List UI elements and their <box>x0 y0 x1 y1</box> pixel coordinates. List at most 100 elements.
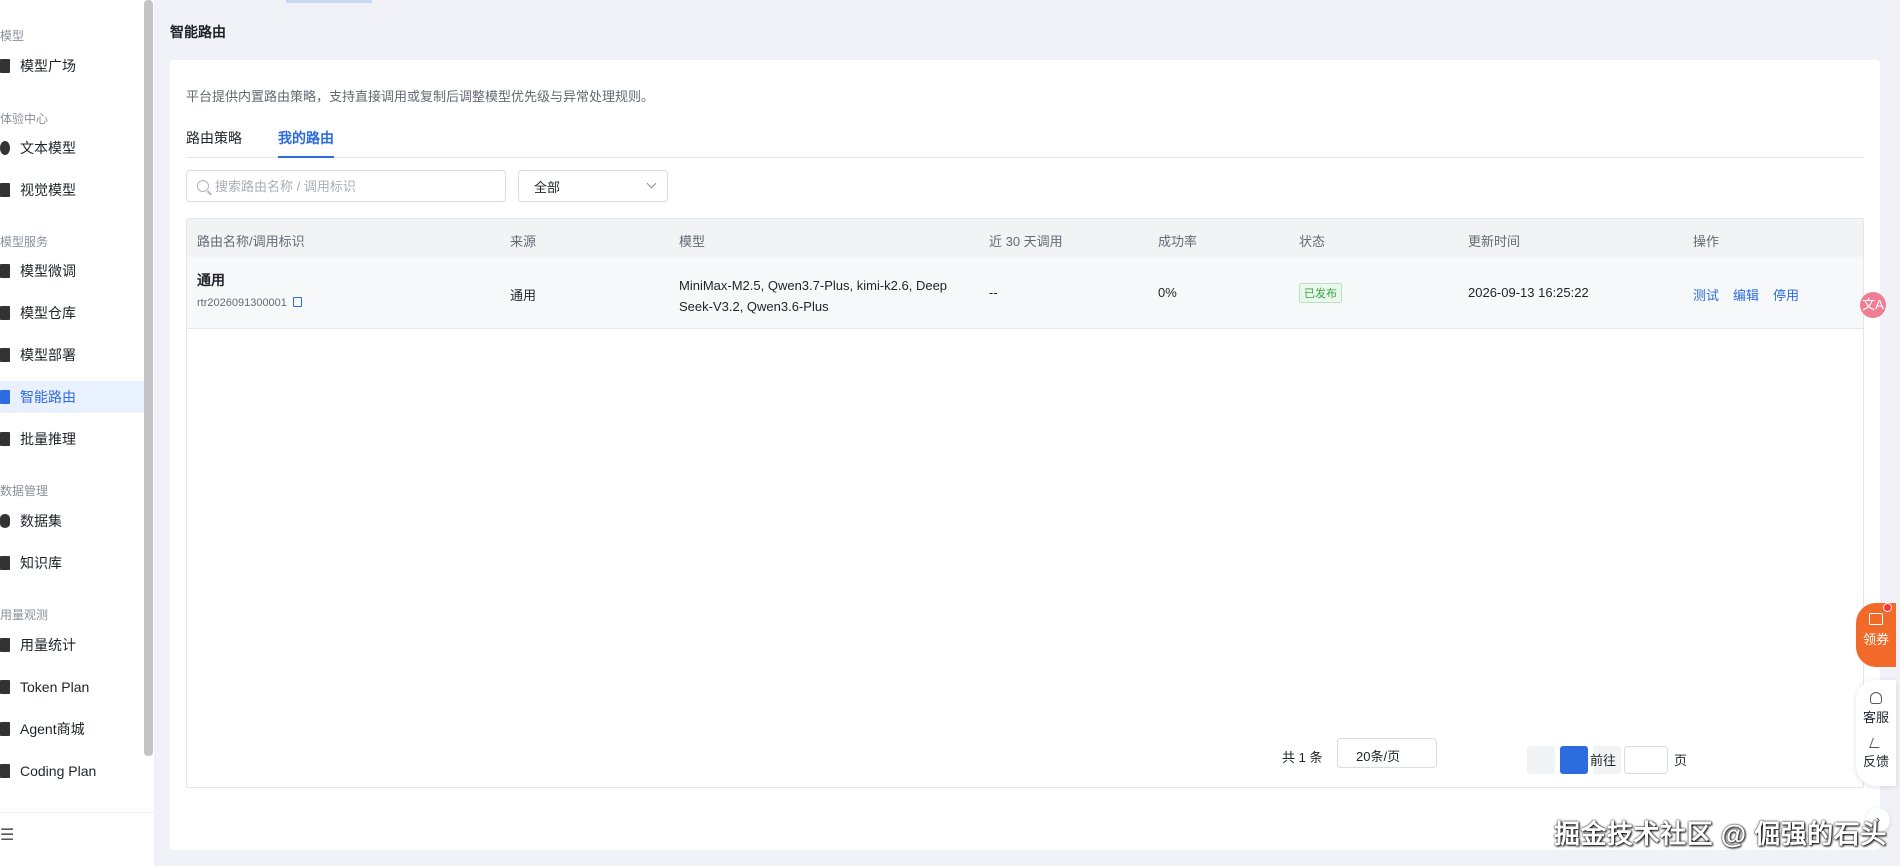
sidebar-group-experience: 体验中心 <box>0 112 49 126</box>
tab-routing-strategy[interactable]: 路由策略 <box>186 128 242 158</box>
bar-chart-icon <box>0 638 10 652</box>
chat-icon <box>0 141 10 155</box>
sidebar-item-model-plaza[interactable]: 模型广场 <box>0 50 144 82</box>
route-success-rate: 0% <box>1158 285 1177 300</box>
header-success-rate: 成功率 <box>1158 234 1198 249</box>
route-icon <box>0 390 10 404</box>
sidebar-item-label: 知识库 <box>20 555 62 571</box>
search-box[interactable] <box>186 170 506 202</box>
headset-icon <box>1870 692 1882 704</box>
sidebar-item-vision-model[interactable]: 视觉模型 <box>0 174 144 206</box>
sidebar-item-dataset[interactable]: 数据集 <box>0 505 144 537</box>
sidebar-item-label: 批量推理 <box>20 431 76 447</box>
actions-cell: 测试 编辑 停用 <box>1693 285 1813 304</box>
jump-label: 前往 <box>1590 753 1617 768</box>
search-icon <box>197 180 209 192</box>
sidebar-item-label: 模型部署 <box>20 347 76 363</box>
sidebar-item-label: Agent商城 <box>20 721 85 737</box>
header-source: 来源 <box>510 234 537 249</box>
sidebar-group-usage: 用量观测 <box>0 608 49 622</box>
page-size-select[interactable]: 20条/页 <box>1337 738 1437 768</box>
route-models: MiniMax-M2.5, Qwen3.7-Plus, kimi-k2.6, D… <box>679 275 947 317</box>
test-button[interactable]: 测试 <box>1693 288 1719 303</box>
route-id-cell: rtr2026091300001 <box>197 294 302 309</box>
sidebar-item-agent-store[interactable]: Agent商城 <box>0 713 144 745</box>
prev-page-button[interactable] <box>1527 746 1555 774</box>
customer-service-button[interactable]: 客服 <box>1856 692 1896 726</box>
sidebar-group-model-service: 模型服务 <box>0 235 49 249</box>
sidebar: 模型 模型广场 体验中心 文本模型 视觉模型 模型服务 模型微调 模型仓库 模型… <box>0 0 155 866</box>
notification-dot <box>1883 603 1892 612</box>
robot-icon <box>0 722 10 736</box>
camera-icon <box>0 183 10 197</box>
page-description: 平台提供内置路由策略，支持直接调用或复制后调整模型优先级与异常处理规则。 <box>186 89 655 104</box>
translate-icon[interactable]: 文A <box>1860 292 1886 318</box>
menu-collapse-icon[interactable]: ☰ <box>0 825 14 845</box>
page-title: 智能路由 <box>170 24 226 40</box>
source-filter-select[interactable]: 全部 <box>518 170 668 202</box>
support-panel: 客服 反馈 <box>1856 680 1896 786</box>
feedback-button[interactable]: 反馈 <box>1856 738 1896 770</box>
code-icon <box>0 764 10 778</box>
edit-button[interactable]: 编辑 <box>1733 288 1759 303</box>
sidebar-menu: 模型 模型广场 体验中心 文本模型 视觉模型 模型服务 模型微调 模型仓库 模型… <box>0 0 155 800</box>
main-card: 平台提供内置路由策略，支持直接调用或复制后调整模型优先级与异常处理规则。 路由策… <box>170 60 1880 850</box>
batch-icon <box>0 432 10 446</box>
disable-button[interactable]: 停用 <box>1773 288 1799 303</box>
sidebar-footer: ☰ <box>0 812 155 866</box>
coupon-label: 领券 <box>1862 632 1889 647</box>
header-status: 状态 <box>1299 234 1326 249</box>
sidebar-item-label: 智能路由 <box>20 389 76 405</box>
status-badge: 已发布 <box>1299 283 1342 303</box>
page-1-button[interactable] <box>1560 746 1588 774</box>
storage-icon <box>0 306 10 320</box>
sidebar-item-label: 用量统计 <box>20 637 76 653</box>
coupon-button[interactable]: 领券 <box>1856 603 1896 667</box>
edit-icon <box>1869 738 1883 748</box>
header-models: 模型 <box>679 234 706 249</box>
sidebar-item-label: Coding Plan <box>20 763 97 779</box>
sidebar-scrollbar[interactable] <box>144 0 153 756</box>
cube-icon <box>0 59 10 73</box>
route-calls-30d: -- <box>989 285 998 300</box>
watermark: 掘金技术社区 @ 倔强的石头_ <box>1554 819 1887 866</box>
sidebar-item-smart-routing[interactable]: 智能路由 <box>0 381 144 413</box>
route-id: rtr2026091300001 <box>197 297 287 309</box>
sidebar-item-usage-stats[interactable]: 用量统计 <box>0 629 144 661</box>
copy-icon[interactable] <box>292 297 302 307</box>
sidebar-item-batch-inference[interactable]: 批量推理 <box>0 423 144 455</box>
tab-my-routes[interactable]: 我的路由 <box>278 128 334 158</box>
page-unit: 页 <box>1674 753 1688 768</box>
status-cell: 已发布 <box>1299 283 1342 303</box>
top-nav-indicator <box>286 0 372 3</box>
sidebar-item-deploy[interactable]: 模型部署 <box>0 339 144 371</box>
sidebar-item-model-repo[interactable]: 模型仓库 <box>0 297 144 329</box>
book-icon <box>0 556 10 570</box>
sidebar-item-fine-tune[interactable]: 模型微调 <box>0 255 144 287</box>
sidebar-item-label: 模型广场 <box>20 58 76 74</box>
table-header: 路由名称/调用标识 来源 模型 近 30 天调用 成功率 状态 更新时间 操作 <box>187 219 1863 257</box>
tab-bar: 路由策略 我的路由 <box>186 128 1864 158</box>
sidebar-item-text-model[interactable]: 文本模型 <box>0 132 144 164</box>
route-name: 通用 <box>197 272 225 288</box>
sidebar-item-label: 视觉模型 <box>20 182 76 198</box>
routes-table: 路由名称/调用标识 来源 模型 近 30 天调用 成功率 状态 更新时间 操作 … <box>186 218 1864 788</box>
header-actions: 操作 <box>1693 234 1720 249</box>
sidebar-item-label: Token Plan <box>20 679 90 695</box>
sidebar-group-models: 模型 <box>0 29 25 43</box>
sidebar-item-label: 模型微调 <box>20 263 76 279</box>
select-value: 全部 <box>534 179 561 195</box>
route-models-line1: MiniMax-M2.5, Qwen3.7-Plus, kimi-k2.6, D… <box>679 278 948 293</box>
feedback-label: 反馈 <box>1862 754 1889 769</box>
header-updated-at: 更新时间 <box>1468 234 1521 249</box>
gift-icon <box>1869 613 1883 625</box>
sidebar-item-knowledge-base[interactable]: 知识库 <box>0 547 144 579</box>
tune-icon <box>0 264 10 278</box>
jump-page-input[interactable] <box>1624 746 1668 774</box>
chevron-down-icon <box>646 178 657 189</box>
sidebar-item-label: 文本模型 <box>20 140 76 156</box>
search-input[interactable] <box>215 178 495 194</box>
sidebar-item-token-plan[interactable]: Token Plan <box>0 671 144 703</box>
rocket-icon <box>0 348 10 362</box>
sidebar-item-coding-plan[interactable]: Coding Plan <box>0 755 144 787</box>
